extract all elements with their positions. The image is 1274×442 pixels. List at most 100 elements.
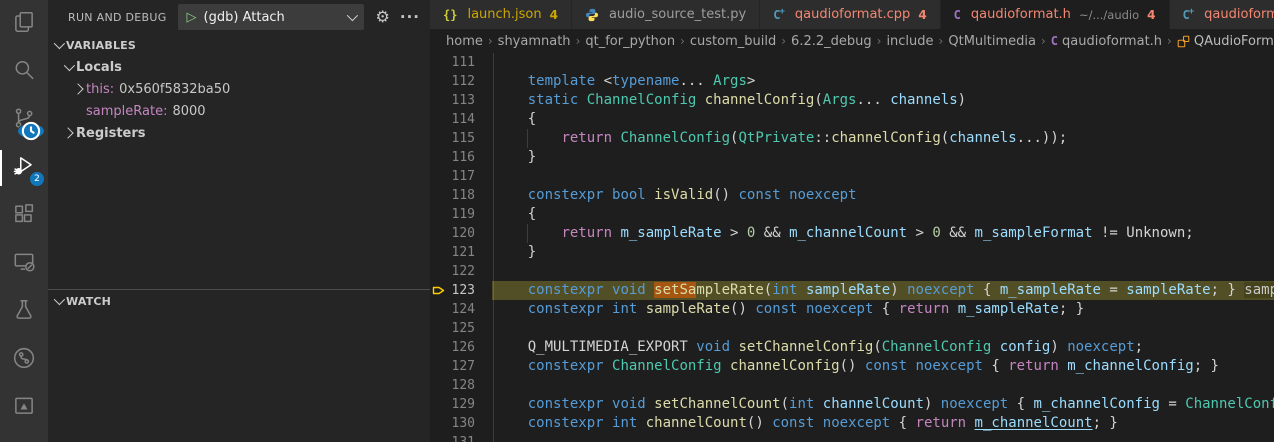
line-content: return ChannelConfig(QtPrivate::channelC…	[494, 129, 1274, 148]
line-number[interactable]: 122	[430, 262, 475, 281]
tab-label: qaudioformat.cpp	[795, 7, 910, 22]
code-line-113[interactable]: 113 static ChannelConfig channelConfig(A…	[430, 91, 1274, 110]
debug-config-label: (gdb) Attach	[204, 10, 340, 25]
line-number[interactable]: 127	[430, 357, 475, 376]
code-line-111[interactable]: 111	[430, 53, 1274, 72]
activity-item-explorer[interactable]	[0, 0, 48, 48]
variable-value: 0x560f5832ba50	[119, 82, 230, 97]
line-number[interactable]: 118	[430, 186, 475, 205]
code-line-130[interactable]: 130 constexpr int channelCount() const n…	[430, 414, 1274, 433]
breadcrumb-item[interactable]: home	[446, 34, 483, 49]
variable-row[interactable]: this:0x560f5832ba50	[48, 78, 430, 100]
line-content: return m_sampleRate > 0 && m_channelCoun…	[494, 224, 1274, 243]
breadcrumb-item[interactable]: 6.2.2_debug	[791, 34, 872, 49]
line-content: {	[494, 110, 1274, 129]
chevron-down-icon	[346, 10, 357, 21]
line-number[interactable]: 130	[430, 414, 475, 433]
code-line-125[interactable]: 125	[430, 319, 1274, 338]
breadcrumb-separator: ›	[576, 34, 581, 48]
code-line-115[interactable]: 115 return ChannelConfig(QtPrivate::chan…	[430, 129, 1274, 148]
tab-problems-badge: 4	[918, 8, 926, 22]
line-number[interactable]: 116	[430, 148, 475, 167]
line-content: constexpr bool isValid() const noexcept	[494, 186, 1274, 205]
start-debug-icon[interactable]: ▷	[187, 11, 197, 24]
line-number[interactable]: 115	[430, 129, 475, 148]
debug-config-dropdown[interactable]: ▷ (gdb) Attach	[178, 4, 364, 30]
tab-qaudioformat-cpp[interactable]: C+qaudioformat.cpp4	[760, 0, 940, 29]
line-content: {	[494, 205, 1274, 224]
activity-item-panel[interactable]	[0, 384, 48, 432]
breadcrumb-item[interactable]: custom_build	[690, 34, 776, 49]
scope-label: Registers	[76, 126, 146, 141]
line-number[interactable]: 113	[430, 91, 475, 110]
code-line-126[interactable]: 126 Q_MULTIMEDIA_EXPORT void setChannelC…	[430, 338, 1274, 357]
line-content	[494, 319, 1274, 338]
code-line-121[interactable]: 121 }	[430, 243, 1274, 262]
code-line-128[interactable]: 128	[430, 376, 1274, 395]
variable-row[interactable]: sampleRate:8000	[48, 100, 430, 122]
line-number[interactable]: 125	[430, 319, 475, 338]
code-line-114[interactable]: 114 {	[430, 110, 1274, 129]
code-line-122[interactable]: 122	[430, 262, 1274, 281]
activity-bar: 2	[0, 0, 48, 442]
tab-audio-source-test-py[interactable]: audio_source_test.py	[572, 0, 760, 29]
variable-value: 8000	[172, 104, 205, 119]
activity-item-run-and-debug[interactable]: 2	[0, 144, 48, 192]
line-content	[494, 262, 1274, 281]
breadcrumb-item[interactable]: shyamnath	[498, 34, 571, 49]
json-icon: {}	[443, 9, 457, 21]
code-line-120[interactable]: 120 return m_sampleRate > 0 && m_channel…	[430, 224, 1274, 243]
line-number[interactable]: 112	[430, 72, 475, 91]
activity-item-git-graph[interactable]	[0, 336, 48, 384]
line-number[interactable]: 124	[430, 300, 475, 319]
line-number[interactable]: 123	[430, 281, 475, 300]
activity-item-search[interactable]	[0, 48, 48, 96]
tab-bar: {}launch.json4audio_source_test.py C+qaud…	[430, 0, 1274, 29]
line-number[interactable]: 119	[430, 205, 475, 224]
code-line-129[interactable]: 129 constexpr void setChannelCount(int c…	[430, 395, 1274, 414]
tab-qaudioformat-h[interactable]: Cqaudioformat.h~/.../audio4	[941, 0, 1170, 29]
more-actions-icon[interactable]: ···	[400, 10, 420, 25]
tab-launch-json[interactable]: {}launch.json4	[430, 0, 572, 29]
line-content: constexpr int sampleRate() const noexcep…	[494, 300, 1274, 319]
line-number[interactable]: 126	[430, 338, 475, 357]
line-number[interactable]: 121	[430, 243, 475, 262]
code-line-119[interactable]: 119 {	[430, 205, 1274, 224]
tree-item-locals[interactable]: Locals	[48, 56, 430, 78]
activity-item-testing[interactable]	[0, 288, 48, 336]
code-line-112[interactable]: 112 template <typename... Args>	[430, 72, 1274, 91]
code-line-123[interactable]: 123 constexpr void setSampleRate(int sam…	[430, 281, 1274, 300]
breadcrumb-separator: ›	[488, 34, 493, 48]
line-number[interactable]: 120	[430, 224, 475, 243]
activity-item-extensions[interactable]	[0, 192, 48, 240]
code-line-117[interactable]: 117	[430, 167, 1274, 186]
code-line-131[interactable]: 131	[430, 433, 1274, 442]
activity-item-remote-explorer[interactable]	[0, 240, 48, 288]
breadcrumb-file[interactable]: qaudioformat.h	[1062, 34, 1162, 49]
watch-section-header[interactable]: WATCH	[48, 290, 430, 312]
activity-item-source-control[interactable]	[0, 96, 48, 144]
variables-section-header[interactable]: VARIABLES	[48, 34, 430, 56]
line-number[interactable]: 129	[430, 395, 475, 414]
sidebar-toolbar: RUN AND DEBUG ▷ (gdb) Attach ⚙ ···	[48, 0, 430, 34]
breadcrumb-item[interactable]: include	[886, 34, 933, 49]
line-number[interactable]: 114	[430, 110, 475, 129]
code-line-124[interactable]: 124 constexpr int sampleRate() const noe…	[430, 300, 1274, 319]
line-content	[494, 167, 1274, 186]
code-line-116[interactable]: 116 }	[430, 148, 1274, 167]
vscode-window: 2 RUN AND DEBUG ▷ (gdb) Attach ⚙ ··· VAR…	[0, 0, 1274, 442]
line-number[interactable]: 131	[430, 433, 475, 442]
line-number[interactable]: 128	[430, 376, 475, 395]
tab-qaudioformat-2[interactable]: C+qaudioformat	[1170, 0, 1274, 29]
line-number[interactable]: 111	[430, 53, 475, 72]
code-line-118[interactable]: 118 constexpr bool isValid() const noexc…	[430, 186, 1274, 205]
code-editor[interactable]: 111112 template <typename... Args>113 st…	[430, 53, 1274, 442]
breadcrumb-symbol[interactable]: QAudioFormat	[1194, 34, 1274, 49]
line-number[interactable]: 117	[430, 167, 475, 186]
code-line-127[interactable]: 127 constexpr ChannelConfig channelConfi…	[430, 357, 1274, 376]
watch-section: WATCH	[48, 289, 430, 442]
breadcrumb-item[interactable]: qt_for_python	[585, 34, 675, 49]
tree-item-registers[interactable]: Registers	[48, 122, 430, 144]
gear-icon[interactable]: ⚙	[376, 9, 390, 25]
breadcrumb-item[interactable]: QtMultimedia	[948, 34, 1036, 49]
